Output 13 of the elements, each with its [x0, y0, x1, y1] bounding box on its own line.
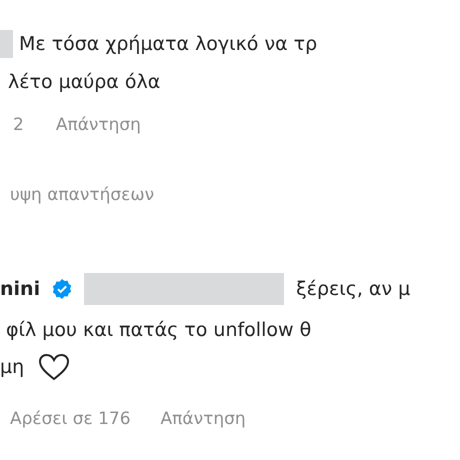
redaction-block [0, 30, 13, 58]
heart-icon [38, 353, 70, 381]
reply-text: ξέρεις, αν μ [296, 278, 410, 300]
reply-link[interactable]: Απάντηση [56, 115, 141, 135]
comment-text: Με τόσα χρήματα λογικό να τρ [19, 33, 318, 55]
reply-text: φίλ μου και πατάς το unfollow θ [6, 319, 312, 341]
like-count: Αρέσει σε 176 [10, 409, 131, 429]
comment-text: λέτο μαύρα όλα [8, 71, 160, 93]
like-count: 2 [13, 115, 24, 135]
reply-link[interactable]: Απάντηση [160, 409, 246, 429]
reply-text: μη [0, 356, 24, 378]
hide-replies-link[interactable]: υψη απαντήσεων [10, 185, 154, 205]
username-link[interactable]: nini [0, 278, 40, 300]
